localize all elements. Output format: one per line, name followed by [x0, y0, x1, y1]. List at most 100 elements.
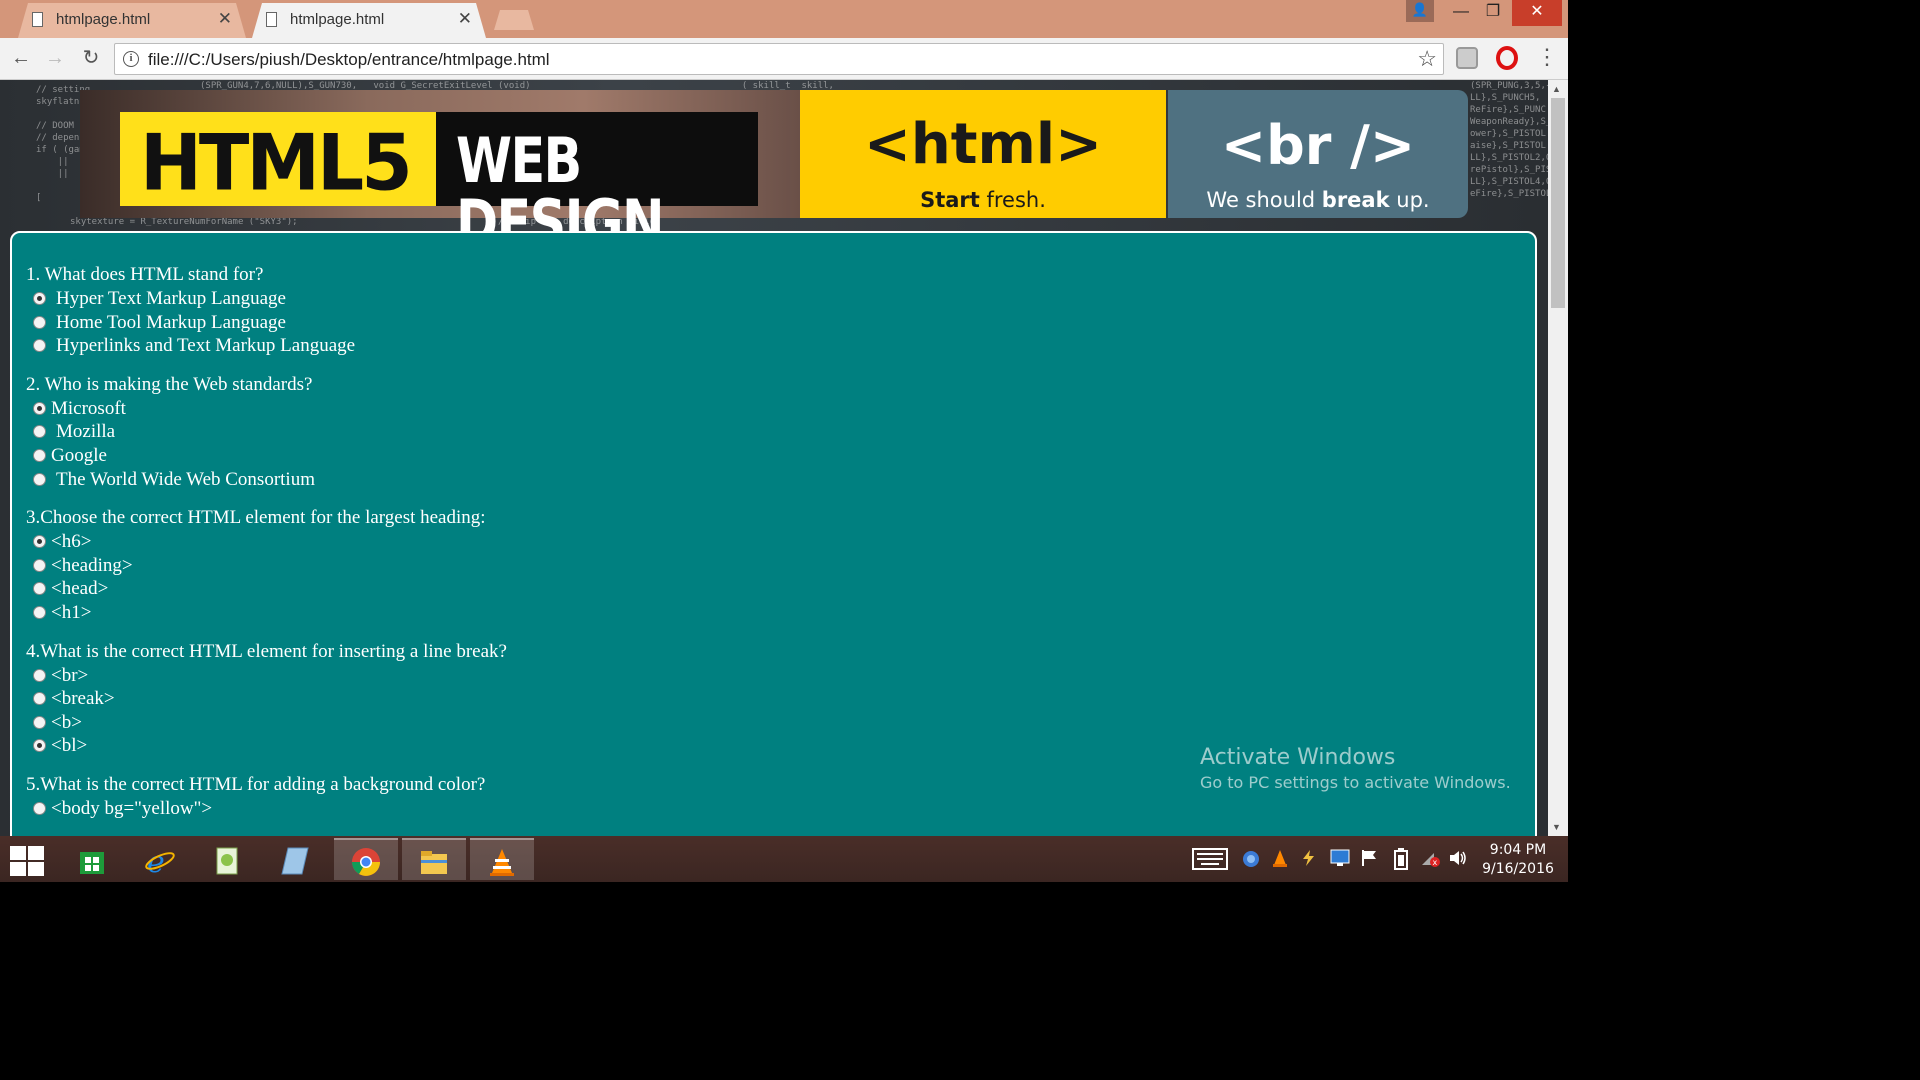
- action-center-flag-icon[interactable]: [1360, 849, 1378, 895]
- minimize-button[interactable]: —: [1444, 0, 1478, 26]
- question-text: 5.What is the correct HTML for adding a …: [26, 773, 486, 795]
- answer-option[interactable]: <heading>: [26, 554, 507, 578]
- store-app[interactable]: [60, 838, 124, 880]
- vlc-app[interactable]: [470, 838, 534, 880]
- reload-icon[interactable]: ↻: [78, 46, 104, 72]
- activate-windows-watermark: Activate Windows Go to PC settings to ac…: [1200, 744, 1511, 794]
- option-label: <heading>: [51, 554, 133, 576]
- radio-button[interactable]: [33, 339, 46, 353]
- answer-option[interactable]: The World Wide Web Consortium: [26, 468, 507, 492]
- question-3: 3.Choose the correct HTML element for th…: [26, 506, 507, 624]
- bookmark-star-icon[interactable]: ☆: [1417, 46, 1437, 72]
- answer-option[interactable]: <body bg="yellow">: [26, 797, 507, 821]
- radio-button[interactable]: [33, 558, 46, 572]
- url-text[interactable]: file:///C:/Users/piush/Desktop/entrance/…: [148, 50, 550, 70]
- new-tab-button[interactable]: [494, 10, 534, 30]
- radio-button[interactable]: [33, 582, 46, 596]
- profile-icon[interactable]: 👤: [1406, 0, 1434, 22]
- tab-close-icon[interactable]: ✕: [458, 9, 472, 29]
- answer-option[interactable]: <head>: [26, 577, 507, 601]
- question-text: 4.What is the correct HTML element for i…: [26, 640, 507, 662]
- option-label: <break>: [51, 688, 115, 710]
- extension-shield-icon[interactable]: [1456, 47, 1478, 69]
- answer-option[interactable]: Home Tool Markup Language: [26, 311, 507, 335]
- radio-button[interactable]: [33, 668, 46, 682]
- radio-button[interactable]: [33, 401, 46, 415]
- close-window-button[interactable]: ✕: [1512, 0, 1562, 26]
- option-label: Home Tool Markup Language: [56, 311, 286, 333]
- menu-dots-icon[interactable]: ⋮: [1536, 44, 1558, 70]
- maximize-button[interactable]: ❐: [1476, 0, 1510, 26]
- radio-button[interactable]: [33, 292, 46, 305]
- answer-option[interactable]: Hyper Text Markup Language: [26, 287, 507, 311]
- answer-option[interactable]: <h1>: [26, 601, 507, 625]
- option-label: <body bg="yellow">: [51, 797, 213, 819]
- option-label: <h1>: [51, 601, 92, 623]
- notepad-plus-app[interactable]: [196, 838, 260, 880]
- vertical-scrollbar[interactable]: ▲ ▼: [1548, 80, 1568, 836]
- answer-option[interactable]: Microsoft: [26, 397, 507, 421]
- answer-option[interactable]: <bl>: [26, 734, 507, 758]
- radio-button[interactable]: [33, 448, 46, 462]
- question-2: 2. Who is making the Web standards? Micr…: [26, 373, 507, 491]
- question-text: 1. What does HTML stand for?: [26, 264, 264, 285]
- volume-icon[interactable]: [1448, 849, 1468, 895]
- notepad-plus-icon: [216, 847, 238, 875]
- radio-button[interactable]: [33, 315, 46, 329]
- radio-button[interactable]: [33, 605, 46, 619]
- chrome-icon: [352, 848, 380, 876]
- answer-option[interactable]: <br>: [26, 664, 507, 688]
- tab-htmlpage-2[interactable]: htmlpage.html ✕: [252, 3, 486, 38]
- scroll-thumb[interactable]: [1551, 98, 1565, 308]
- wifi-disconnected-icon[interactable]: x: [1420, 849, 1440, 895]
- background-code-right: (SPR_PUNG,3,5,{NULL},S_PUNCH4 LL},S_PUNC…: [1470, 81, 1548, 199]
- answer-option[interactable]: <h6>: [26, 530, 507, 554]
- fresh-word: fresh.: [979, 188, 1046, 212]
- radio-button[interactable]: [33, 535, 46, 549]
- system-clock[interactable]: 9:04 PM 9/16/2016: [1478, 841, 1558, 879]
- power-tray-icon[interactable]: [1300, 849, 1318, 895]
- chrome-app[interactable]: [334, 838, 398, 880]
- question-text: 3.Choose the correct HTML element for th…: [26, 507, 486, 529]
- forward-arrow-icon[interactable]: →: [42, 46, 68, 72]
- notepad-app[interactable]: [264, 838, 328, 880]
- network-globe-icon[interactable]: [1242, 850, 1260, 896]
- br-tag-panel: <br /> We should break up.: [1168, 90, 1468, 218]
- address-bar[interactable]: i file:///C:/Users/piush/Desktop/entranc…: [114, 43, 1444, 75]
- activate-title: Activate Windows: [1200, 745, 1396, 770]
- info-icon[interactable]: i: [123, 51, 139, 67]
- scroll-down-arrow-icon[interactable]: ▼: [1552, 822, 1561, 832]
- opera-extension-icon[interactable]: [1496, 46, 1518, 70]
- tab-close-icon[interactable]: ✕: [218, 9, 232, 29]
- radio-button[interactable]: [33, 739, 46, 753]
- radio-button[interactable]: [33, 692, 46, 706]
- browser-toolbar: ← → ↻ i file:///C:/Users/piush/Desktop/e…: [0, 38, 1568, 80]
- break-up-caption: We should break up.: [1168, 188, 1468, 212]
- answer-option[interactable]: Hyperlinks and Text Markup Language: [26, 334, 507, 358]
- battery-icon[interactable]: [1394, 848, 1408, 894]
- internet-explorer-app[interactable]: e: [128, 838, 192, 880]
- back-arrow-icon[interactable]: ←: [8, 46, 34, 72]
- option-label: Hyperlinks and Text Markup Language: [56, 335, 356, 357]
- html5-web-design-panel: HTML5 WEB DESIGN: [80, 90, 800, 254]
- answer-option[interactable]: <b>: [26, 711, 507, 735]
- display-tray-icon[interactable]: [1330, 849, 1350, 895]
- radio-button[interactable]: [33, 425, 46, 439]
- answer-option[interactable]: Mozilla: [26, 420, 507, 444]
- tab-htmlpage-1[interactable]: htmlpage.html ✕: [18, 3, 246, 38]
- radio-button[interactable]: [33, 715, 46, 729]
- touch-keyboard-icon[interactable]: [1192, 848, 1228, 894]
- answer-option[interactable]: Google: [26, 444, 507, 468]
- page-viewport: // setting ... skyflatnu // DOOM // depe…: [0, 80, 1548, 836]
- file-explorer-app[interactable]: [402, 838, 466, 880]
- br-tag-text: <br />: [1220, 114, 1416, 177]
- radio-button[interactable]: [33, 801, 46, 815]
- answer-option[interactable]: <break>: [26, 687, 507, 711]
- scroll-up-arrow-icon[interactable]: ▲: [1552, 84, 1561, 94]
- radio-button[interactable]: [33, 472, 46, 486]
- vlc-tray-icon[interactable]: [1272, 849, 1288, 895]
- internet-explorer-icon: e: [145, 845, 175, 876]
- question-4: 4.What is the correct HTML element for i…: [26, 640, 507, 758]
- start-button[interactable]: [0, 838, 64, 880]
- html5-badge: HTML5: [120, 112, 436, 206]
